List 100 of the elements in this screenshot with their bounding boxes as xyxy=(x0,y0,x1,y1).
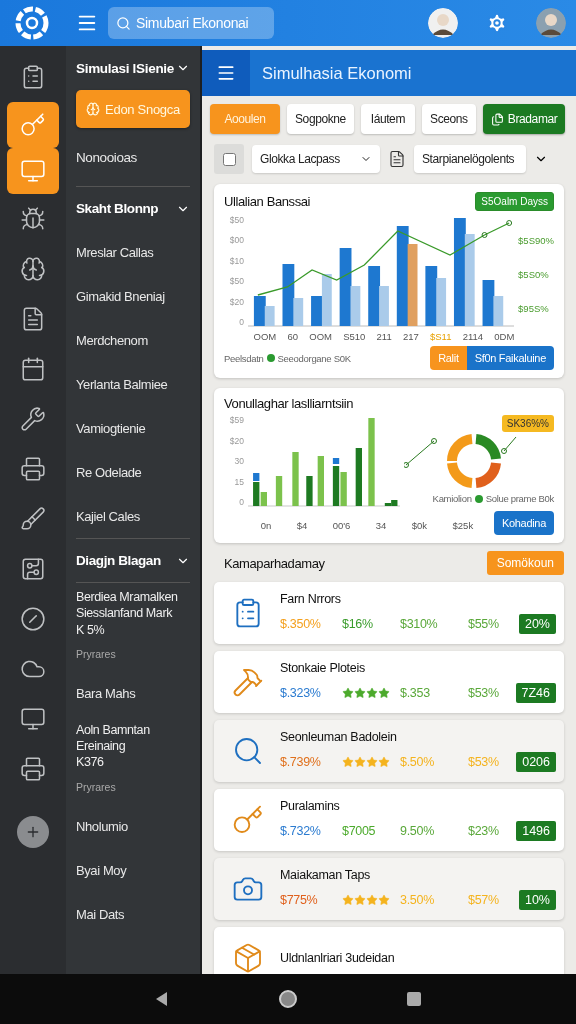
monitor-icon xyxy=(20,158,46,184)
dropdown[interactable]: Glokka Lacpass xyxy=(252,145,380,173)
connector-line xyxy=(404,438,437,468)
nav-item[interactable]: Re Odelade xyxy=(76,450,190,494)
avatar[interactable] xyxy=(428,8,458,38)
chart-title: Vonullaghar laslliarntsiin xyxy=(224,396,355,411)
nav-item[interactable]: Nholumio xyxy=(76,804,190,849)
value-text: 3.50% xyxy=(400,893,435,907)
document-icon[interactable] xyxy=(388,150,406,168)
axis-label: 34 xyxy=(375,519,387,531)
value-text: $53% xyxy=(468,755,500,769)
axis-tick: $59 xyxy=(229,415,244,425)
tab[interactable]: Iáutem xyxy=(360,104,415,134)
legend-dot xyxy=(266,354,275,362)
brush-icon xyxy=(20,506,46,532)
hammer-icon xyxy=(232,666,264,698)
bar xyxy=(275,476,283,506)
axis-tick: $20 xyxy=(229,435,244,446)
bar xyxy=(292,452,299,506)
list-row[interactable]: Puralamins $.732% $7005 9.50% $23% 1496 xyxy=(214,789,564,851)
nav-item[interactable]: Kajiel Cales xyxy=(76,494,190,538)
axis-label: 0DM xyxy=(494,331,515,342)
calendar-icon xyxy=(20,356,46,382)
row-title: Puralamins xyxy=(280,799,341,813)
settings-icon[interactable] xyxy=(486,12,508,34)
nav-item[interactable]: Nonooioas xyxy=(76,128,190,186)
axis-label: 60 xyxy=(287,331,299,342)
nav-item[interactable]: Vamiogtienie xyxy=(76,406,190,450)
home-icon[interactable] xyxy=(278,989,298,1009)
value-text: $55% xyxy=(468,617,500,631)
axis-label: 211 xyxy=(376,331,392,342)
search-icon xyxy=(116,16,131,31)
list-row[interactable]: Seonleuman Badolein $.739% $.50% $53% 0206 xyxy=(214,720,564,782)
add-button[interactable] xyxy=(17,816,49,848)
value-text: $23% xyxy=(468,824,500,838)
wrench-icon xyxy=(20,406,46,432)
nav-item[interactable]: Gimakid Bneniaj xyxy=(76,274,190,318)
tab[interactable]: Sogpokne xyxy=(287,104,354,134)
chart-badge: S5Oalm Dayss xyxy=(475,192,554,211)
logo-icon[interactable] xyxy=(14,5,50,41)
axis-label: $95S% xyxy=(518,302,550,314)
donut-slice xyxy=(475,434,501,460)
recents-icon[interactable] xyxy=(406,991,422,1007)
checkbox[interactable] xyxy=(222,152,236,166)
list-row[interactable]: Maiakaman Taps $775% 3.50% $57% 10% xyxy=(214,858,564,920)
nav-item[interactable]: Bara Mahs xyxy=(76,671,190,716)
axis-label: $0k xyxy=(411,519,428,531)
axis-label: S510 xyxy=(343,331,366,342)
nav-item[interactable]: Aoln Bamntan Ereinaing K376 xyxy=(76,715,190,771)
data-point xyxy=(481,232,488,238)
value-text: $.50% xyxy=(400,755,435,769)
nav-item[interactable]: Byai Moy xyxy=(76,848,190,893)
nav-item[interactable]: Berdiea Mramalken Siesslanfand Mark K 5% xyxy=(76,583,190,638)
connector-line xyxy=(501,436,517,454)
axis-tick: 0 xyxy=(239,316,244,327)
head-icon xyxy=(86,102,101,116)
data-point xyxy=(506,220,513,226)
value-text: $.323% xyxy=(280,686,322,700)
magnifier-icon xyxy=(232,735,264,767)
section-header[interactable]: Skaht Blonnp xyxy=(76,186,190,230)
nav-item[interactable]: Merdchenom xyxy=(76,318,190,362)
axis-label: $S11 xyxy=(430,331,452,342)
avatar[interactable] xyxy=(536,8,566,38)
menu-icon xyxy=(216,63,236,83)
nav-item[interactable]: Yerlanta Balmiee xyxy=(76,362,190,406)
legend-label: Seeodorgane S0K xyxy=(277,352,351,364)
nav-item[interactable]: Mreslar Callas xyxy=(76,230,190,274)
action-button[interactable]: Bradamar xyxy=(482,104,566,134)
row-badge: 10% xyxy=(518,890,556,910)
nav-item[interactable]: Mai Dats xyxy=(76,892,190,937)
chart-button[interactable]: Kohadina xyxy=(493,511,554,535)
page-title: Simulhasia Ekonomi xyxy=(262,63,412,83)
printer-icon xyxy=(20,756,46,782)
list-row[interactable]: Stonkaie Ploteis $.323% $.353 $53% 7Z46 xyxy=(214,651,564,713)
key-icon xyxy=(20,112,46,138)
nav-title[interactable]: Simulasi lSienie xyxy=(76,46,190,90)
list-row[interactable]: Uldnlanlriari 3udeidan xyxy=(214,927,564,974)
row-title: Stonkaie Ploteis xyxy=(280,661,366,675)
bar xyxy=(332,458,340,464)
value-text: $7005 xyxy=(342,824,377,838)
axis-label: ООМ xyxy=(253,331,277,342)
axis-label: $4 xyxy=(296,519,308,531)
list-row[interactable]: Farn Nrrors $.350% $16% $310% $55% 20% xyxy=(214,582,564,644)
legend-label: Solue prame B0k xyxy=(485,493,554,504)
row-title: Uldnlanlriari 3udeidan xyxy=(280,951,396,965)
axis-tick: 30 xyxy=(234,456,244,466)
row-title: Seonleuman Badolein xyxy=(280,730,398,744)
axis-label: 217 xyxy=(402,331,419,342)
menu-button[interactable] xyxy=(202,50,250,96)
tab[interactable]: Sceons xyxy=(421,104,476,134)
row-badge: 20% xyxy=(518,614,556,634)
axis-label: $5S0% xyxy=(518,268,550,280)
chart-button[interactable]: Sf0n Faikaluine xyxy=(466,346,554,370)
bar xyxy=(306,476,313,506)
dropdown[interactable]: Starpianelögolents xyxy=(414,145,526,173)
value-text: $310% xyxy=(400,617,439,631)
donut-slice xyxy=(447,462,473,488)
axis-label: $25k xyxy=(452,519,474,531)
back-icon[interactable] xyxy=(154,991,170,1007)
donut-slice xyxy=(475,462,501,488)
